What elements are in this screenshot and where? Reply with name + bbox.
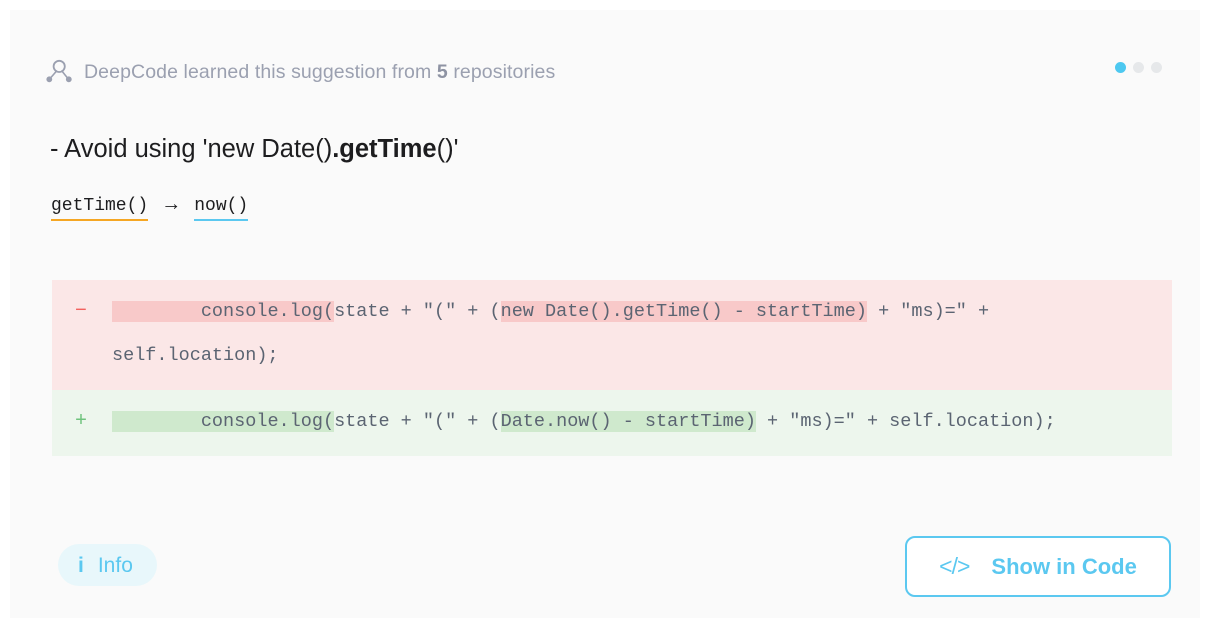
diff-block: − console.log(state + "(" + (new Date().…: [52, 280, 1172, 456]
transform-to[interactable]: now(): [194, 196, 249, 221]
diff-segment: new Date().getTime() - startTime): [500, 301, 867, 322]
pagination-dots[interactable]: [1115, 62, 1162, 73]
diff-segment: Date.now() - startTime): [500, 411, 756, 432]
header-text: DeepCode learned this suggestion from 5 …: [84, 61, 555, 84]
info-button-label: Info: [97, 553, 133, 577]
pagination-dot-1[interactable]: [1115, 62, 1126, 73]
arrow-right-icon: →: [161, 193, 182, 215]
code-brackets-icon: </>: [939, 553, 970, 579]
title-suffix: ()': [436, 135, 459, 163]
diff-marker-added: +: [74, 410, 87, 433]
diff-code-added: console.log(state + "(" + (Date.now() - …: [52, 400, 1172, 444]
show-in-code-button[interactable]: </> Show in Code: [905, 536, 1171, 597]
suggestion-header: DeepCode learned this suggestion from 5 …: [42, 48, 1176, 96]
header-text-before: DeepCode learned this suggestion from: [84, 60, 437, 83]
diff-segment: state + "(" + (: [334, 411, 501, 432]
suggestion-card: DeepCode learned this suggestion from 5 …: [10, 10, 1200, 618]
title-bold: .getTime: [332, 135, 437, 163]
diff-segment: state + "(" + (: [334, 301, 501, 322]
pagination-dot-3[interactable]: [1151, 62, 1162, 73]
share-nodes-icon: [46, 59, 72, 83]
diff-segment: console.log(: [112, 411, 335, 432]
diff-code-removed: console.log(state + "(" + (new Date().ge…: [52, 290, 1172, 378]
show-in-code-label: Show in Code: [991, 553, 1137, 579]
diff-segment: console.log(: [112, 301, 335, 322]
diff-marker-removed: −: [74, 300, 87, 323]
info-button[interactable]: i Info: [58, 544, 157, 586]
suggestion-panel: DeepCode learned this suggestion from 5 …: [0, 0, 1224, 628]
diff-row-added: + console.log(state + "(" + (Date.now() …: [52, 390, 1172, 456]
pagination-dot-2[interactable]: [1133, 62, 1144, 73]
repository-count: 5: [436, 60, 448, 83]
title-prefix: - Avoid using 'new Date(): [50, 135, 333, 163]
suggestion-title: - Avoid using 'new Date().getTime()': [50, 135, 458, 164]
diff-segment: + "ms)=" + self.location);: [755, 411, 1056, 432]
transform-line: getTime() → now(): [51, 193, 249, 221]
info-icon: i: [78, 553, 84, 577]
diff-row-removed: − console.log(state + "(" + (new Date().…: [52, 280, 1172, 390]
transform-from[interactable]: getTime(): [51, 196, 149, 221]
header-text-after: repositories: [447, 60, 556, 83]
